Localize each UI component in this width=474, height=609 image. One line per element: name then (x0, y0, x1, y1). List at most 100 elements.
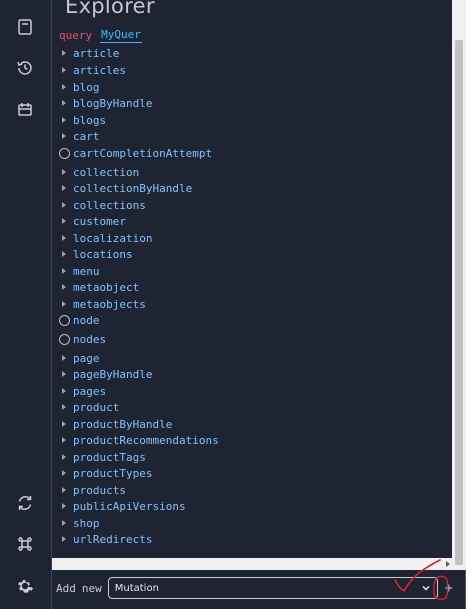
field-item-productTypes[interactable]: productTypes (52, 465, 432, 481)
horizontal-scrollbar[interactable] (52, 558, 452, 570)
field-item-shop[interactable]: shop (52, 515, 432, 531)
field-label: collectionByHandle (73, 181, 193, 195)
field-item-collections[interactable]: collections (52, 197, 432, 213)
field-label: pages (73, 384, 107, 398)
field-item-metaobjects[interactable]: metaobjects (52, 296, 432, 312)
add-operation-button[interactable]: + (442, 578, 456, 598)
radio-icon (59, 333, 70, 345)
chevron-down-icon (422, 585, 430, 591)
shortcut-icon[interactable] (14, 533, 36, 555)
field-label: customer (73, 214, 126, 228)
field-item-pages[interactable]: pages (52, 383, 432, 399)
field-label: product (73, 400, 120, 414)
caret-right-icon (62, 536, 66, 542)
field-item-page[interactable]: page (52, 350, 432, 366)
caret-right-icon (62, 437, 66, 443)
caret-right-icon (62, 371, 66, 377)
caret-right-icon (62, 421, 66, 427)
caret-right-icon (62, 470, 66, 476)
caret-right-icon (62, 100, 66, 106)
vertical-scrollbar[interactable] (452, 0, 466, 570)
field-item-metaobject[interactable]: metaobject (52, 279, 432, 295)
field-label: articles (73, 63, 126, 77)
explorer-title: Explorer (65, 0, 155, 18)
field-label: page (73, 351, 100, 365)
caret-right-icon (62, 117, 66, 123)
field-label: blogs (73, 113, 107, 127)
field-item-node[interactable]: node (52, 312, 432, 328)
explorer-panel: Explorer query MyQuer article articles blo… (52, 0, 452, 609)
field-item-blog[interactable]: blog (52, 79, 432, 95)
caret-right-icon (62, 487, 66, 493)
field-label: productByHandle (73, 417, 173, 431)
field-item-cart[interactable]: cart (52, 128, 432, 144)
field-item-productTags[interactable]: productTags (52, 449, 432, 465)
docs-icon[interactable] (14, 16, 36, 38)
caret-right-icon (62, 301, 66, 307)
field-label: collection (73, 165, 140, 179)
caret-right-icon (62, 50, 66, 56)
field-label: nodes (73, 332, 107, 346)
field-item-localization[interactable]: localization (52, 230, 432, 246)
caret-right-icon (62, 218, 66, 224)
caret-right-icon (62, 388, 66, 394)
field-label: pageByHandle (73, 367, 153, 381)
field-item-collectionByHandle[interactable]: collectionByHandle (52, 180, 432, 196)
caret-right-icon (62, 520, 66, 526)
field-label: urlRedirects (73, 532, 153, 546)
field-label: publicApiVersions (73, 499, 186, 513)
caret-right-icon (62, 133, 66, 139)
field-item-customer[interactable]: customer (52, 213, 432, 229)
refresh-icon[interactable] (14, 492, 36, 514)
field-label: productTypes (73, 466, 153, 480)
query-keyword: query (59, 28, 93, 42)
field-item-blogByHandle[interactable]: blogByHandle (52, 95, 432, 111)
caret-right-icon (62, 268, 66, 274)
field-label: metaobject (73, 280, 140, 294)
field-item-pageByHandle[interactable]: pageByHandle (52, 366, 432, 382)
field-label: productTags (73, 450, 146, 464)
field-item-collection[interactable]: collection (52, 164, 432, 180)
caret-right-icon (62, 67, 66, 73)
field-item-locations[interactable]: locations (52, 246, 432, 262)
new-label: new (81, 581, 102, 595)
caret-right-icon (62, 169, 66, 175)
field-label: cartCompletionAttempt (73, 146, 213, 160)
caret-right-icon (62, 503, 66, 509)
add-label: Add (56, 581, 76, 595)
field-label: localization (73, 231, 153, 245)
radio-icon (59, 314, 70, 326)
query-header: query MyQuer (59, 27, 142, 43)
field-label: cart (73, 129, 100, 143)
left-sidebar (0, 0, 52, 609)
history-icon[interactable] (14, 57, 36, 79)
caret-right-icon (62, 235, 66, 241)
field-item-products[interactable]: products (52, 482, 432, 498)
field-label: products (73, 483, 126, 497)
field-item-publicApiVersions[interactable]: publicApiVersions (52, 498, 432, 514)
field-item-articles[interactable]: articles (52, 62, 432, 78)
field-label: node (73, 313, 100, 327)
operation-type-select[interactable]: Mutation (107, 577, 438, 599)
graphiql-window: Explorer query MyQuer article articles blo… (0, 0, 466, 609)
vertical-scrollbar-thumb[interactable] (455, 40, 463, 565)
caret-right-icon (62, 185, 66, 191)
settings-icon[interactable] (14, 575, 36, 597)
field-item-blogs[interactable]: blogs (52, 112, 432, 128)
add-operation-bar: Add new Mutation + (52, 572, 466, 604)
field-item-cartCompletionAttempt[interactable]: cartCompletionAttempt (52, 145, 432, 161)
field-item-productByHandle[interactable]: productByHandle (52, 416, 432, 432)
field-label: menu (73, 264, 100, 278)
query-name-input[interactable]: MyQuer (100, 28, 142, 43)
field-item-nodes[interactable]: nodes (52, 331, 432, 347)
field-item-article[interactable]: article (52, 45, 432, 61)
field-item-productRecommendations[interactable]: productRecommendations (52, 432, 432, 448)
field-item-urlRedirects[interactable]: urlRedirects (52, 531, 432, 547)
plugin-icon[interactable] (14, 98, 36, 120)
field-label: shop (73, 516, 100, 530)
field-item-menu[interactable]: menu (52, 263, 432, 279)
field-label: collections (73, 198, 146, 212)
field-item-product[interactable]: product (52, 399, 432, 415)
scroll-right-arrow[interactable] (446, 561, 450, 567)
caret-right-icon (62, 284, 66, 290)
